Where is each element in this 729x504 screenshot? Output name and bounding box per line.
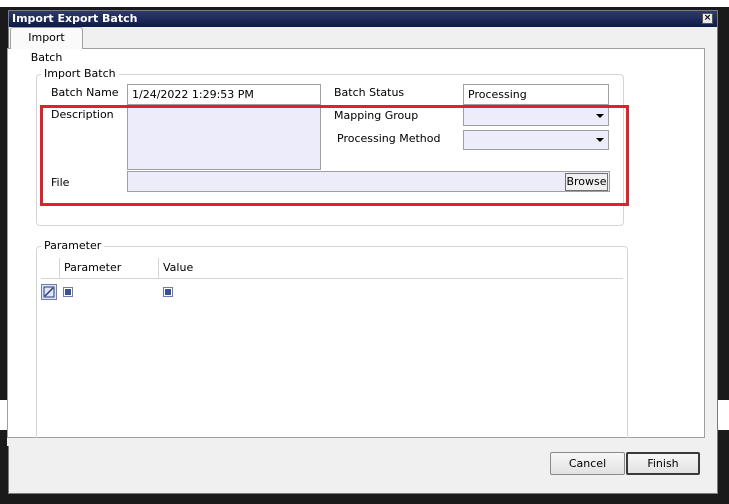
description-field[interactable] [127,106,321,170]
window-title: Import Export Batch [12,12,138,25]
value-cell-checkbox[interactable] [163,287,173,297]
file-field[interactable]: Browse [127,171,610,192]
processing-method-label: Processing Method [337,132,441,145]
title-bar: Import Export Batch × [9,11,717,27]
parameter-legend: Parameter [41,239,105,252]
description-label: Description [51,108,114,121]
browse-button[interactable]: Browse [565,173,608,191]
chevron-down-icon [596,114,604,118]
batch-status-field[interactable]: Processing [463,84,609,105]
bottom-strip [7,438,705,446]
column-header-parameter[interactable]: Parameter [59,258,159,278]
column-header-value[interactable]: Value [158,258,623,278]
finish-button[interactable]: Finish [626,452,700,475]
chevron-down-icon [596,138,604,142]
batch-name-label: Batch Name [51,86,119,99]
mapping-group-label: Mapping Group [334,109,419,122]
parameter-cell-checkbox[interactable] [63,287,73,297]
close-icon[interactable]: × [702,13,713,24]
pencil-edit-icon[interactable] [41,284,57,300]
mapping-group-dropdown[interactable] [463,106,609,126]
frame-notch-right [718,400,729,430]
cancel-button[interactable]: Cancel [550,452,625,475]
import-batch-legend: Import Batch [41,67,119,80]
parameter-grid-header: Parameter Value [41,258,623,279]
processing-method-dropdown[interactable] [463,130,609,150]
file-label: File [51,176,70,189]
batch-name-field[interactable]: 1/24/2022 1:29:53 PM [127,84,321,105]
tab-import-batch[interactable]: Import Batch [10,27,83,64]
batch-status-label: Batch Status [334,86,405,99]
